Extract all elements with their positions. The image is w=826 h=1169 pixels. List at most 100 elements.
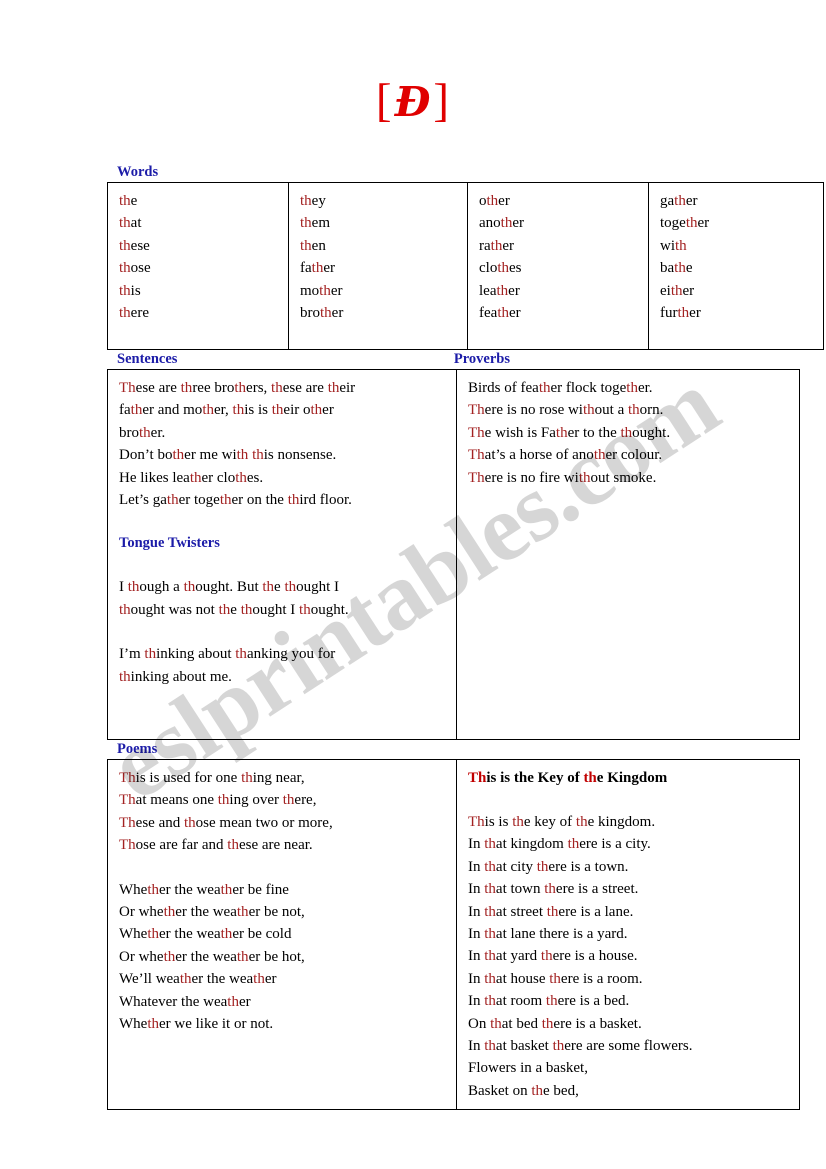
th-highlight: th — [219, 492, 232, 509]
th-highlight: th — [626, 380, 638, 396]
word-item: those — [119, 260, 151, 277]
th-highlight: th — [235, 469, 247, 486]
text-line: I’m thinking about thanking you for — [119, 646, 336, 663]
text-line: That’s a horse of another colour. — [468, 447, 663, 464]
th-highlight: th — [183, 814, 196, 831]
th-highlight: Th — [468, 469, 485, 486]
th-highlight: th — [536, 858, 549, 875]
th-highlight: th — [583, 770, 597, 786]
th-highlight: th — [232, 402, 245, 419]
text-line: Basket on the bed, — [468, 1082, 579, 1099]
text-line: Birds of feather flock together. — [468, 380, 653, 396]
th-highlight: th — [147, 926, 159, 943]
th-highlight: th — [127, 579, 140, 596]
text-line: On that bed there is a basket. — [468, 1015, 642, 1032]
th-highlight: th — [179, 971, 192, 988]
th-highlight: th — [284, 579, 297, 596]
th-highlight: th — [555, 424, 568, 441]
section-heading-tongue-twisters: Tongue Twisters — [119, 535, 220, 552]
text-line: I though a thought. But the thought I — [119, 579, 340, 596]
th-highlight: Th — [119, 837, 136, 854]
text-line: There is no fire without smoke. — [468, 469, 657, 486]
th-highlight: th — [575, 814, 588, 830]
text-line: Let’s gather together on the third floor… — [119, 492, 352, 509]
th-highlight: th — [252, 447, 264, 464]
sentences-cell: These are three brothers, these are thei… — [107, 369, 457, 740]
section-heading-poems: Poems — [117, 741, 158, 757]
th-highlight: th — [512, 814, 524, 830]
th-highlight: th — [147, 881, 159, 898]
th-highlight: th — [300, 215, 312, 232]
section-heading-words: Words — [117, 164, 159, 180]
word-item: leather — [479, 282, 520, 299]
th-highlight: th — [545, 993, 558, 1010]
th-highlight: th — [593, 447, 606, 464]
text-line: Whatever the weather — [119, 993, 251, 1010]
table-row: This is used for one thing near, That mea… — [107, 758, 800, 1111]
word-item: they — [300, 193, 326, 209]
th-highlight: th — [172, 447, 185, 464]
title-close-bracket: ] — [433, 75, 451, 127]
th-highlight: th — [119, 237, 131, 254]
th-highlight: th — [253, 971, 265, 988]
text-line: In that house there is a room. — [468, 970, 643, 987]
th-highlight: th — [287, 492, 300, 509]
th-highlight: th — [218, 601, 231, 618]
word-item: the — [119, 193, 138, 209]
word-item: rather — [479, 237, 514, 254]
th-highlight: th — [677, 305, 690, 322]
text-line: thought was not the thought I thought. — [119, 601, 349, 618]
th-highlight: th — [119, 215, 131, 232]
th-highlight: th — [241, 770, 253, 786]
proverbs-cell: Birds of feather flock together. There is… — [456, 369, 800, 740]
text-line: father and mother, this is their other — [119, 402, 334, 419]
word-item: this — [119, 282, 141, 299]
th-highlight: th — [119, 601, 131, 618]
sentences-proverbs-table: These are three brothers, these are thei… — [107, 369, 800, 740]
th-highlight: th — [217, 792, 230, 809]
th-highlight: th — [282, 792, 295, 809]
text-line: thinking about me. — [119, 668, 232, 685]
th-highlight: Th — [468, 770, 487, 786]
th-highlight: th — [311, 260, 324, 277]
words-table: the that these those this there they them then f… — [107, 182, 824, 350]
word-list: the that these those this there — [119, 190, 288, 324]
th-highlight: th — [300, 193, 312, 209]
th-highlight: th — [685, 215, 698, 232]
word-item: together — [660, 215, 710, 232]
text-line: brother. — [119, 424, 166, 441]
th-highlight: th — [675, 237, 687, 254]
text-line: In that yard there is a house. — [468, 948, 638, 965]
text-line: He likes leather clothes. — [119, 469, 264, 486]
th-highlight: th — [531, 1082, 543, 1099]
word-item: either — [660, 282, 695, 299]
th-highlight: th — [544, 881, 556, 898]
word-item: gather — [660, 193, 698, 209]
table-row: These are three brothers, these are thei… — [107, 369, 800, 740]
word-list: other another rather clothes leather feather — [479, 190, 648, 324]
th-highlight: th — [227, 837, 239, 854]
proverbs-block: Birds of feather flock together. There is… — [468, 377, 799, 489]
poem-left-stanza-1: This is used for one thing near, That mea… — [119, 767, 456, 857]
th-highlight: th — [484, 836, 496, 853]
text-line: These are three brothers, these are thei… — [119, 380, 356, 396]
th-highlight: th — [484, 881, 496, 898]
th-highlight: th — [130, 402, 143, 419]
text-line: These and those mean two or more, — [119, 814, 333, 831]
word-item: father — [300, 260, 335, 277]
poem-right-body: This is the key of the kingdom. In that k… — [468, 811, 799, 1102]
th-highlight: th — [183, 579, 196, 596]
text-line: Whether the weather be fine — [119, 881, 289, 898]
th-highlight: th — [484, 948, 496, 965]
th-highlight: th — [310, 402, 323, 419]
text-line: In that street there is a lane. — [468, 903, 634, 920]
word-item: that — [119, 215, 142, 232]
th-highlight: th — [119, 193, 131, 209]
th-highlight: th — [674, 260, 686, 277]
th-highlight: th — [546, 903, 559, 920]
th-highlight: th — [271, 402, 284, 419]
text-line: Or whether the weather be not, — [119, 904, 305, 921]
th-highlight: th — [552, 1038, 565, 1055]
